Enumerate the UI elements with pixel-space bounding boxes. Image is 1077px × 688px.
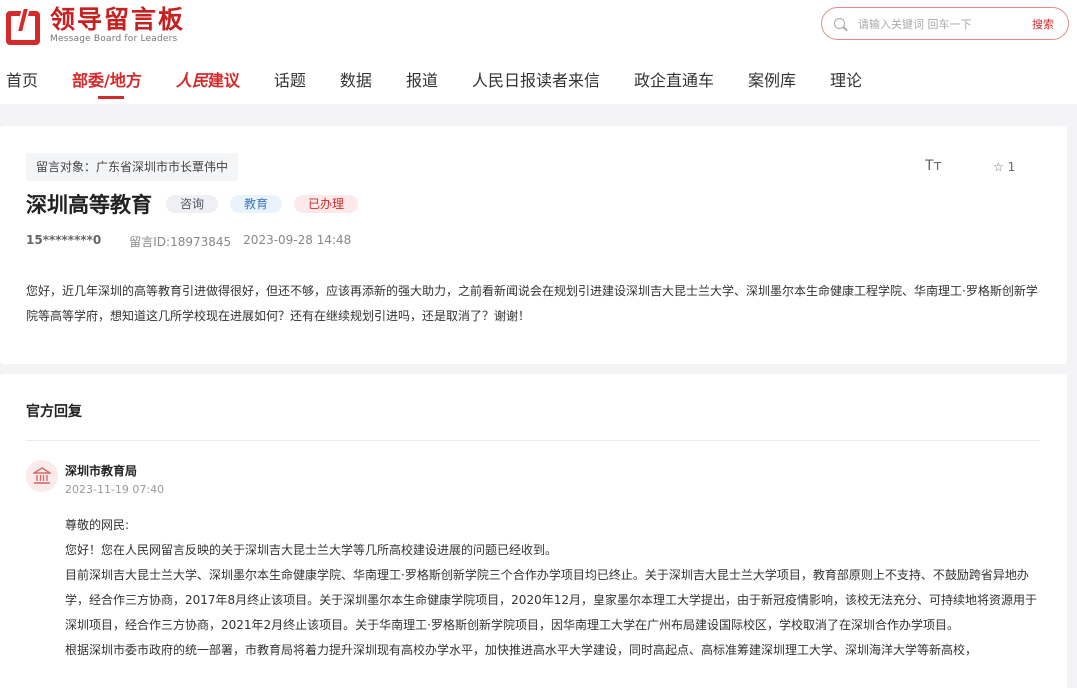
divider <box>26 440 1040 441</box>
message-id: 留言ID:18973845 <box>129 235 232 249</box>
reply-paragraph: 目前深圳吉大昆士兰大学、深圳墨尔本生命健康学院、华南理工·罗格斯创新学院三个合作… <box>65 568 1037 632</box>
site-logo[interactable]: 领导留言板 Message Board for Leaders <box>6 6 185 45</box>
reply-paragraph: 尊敬的网民: <box>65 518 130 532</box>
reply-section-title: 官方回复 <box>26 404 82 420</box>
message-target: 留言对象：广东省深圳市市长覃伟中 <box>26 153 239 181</box>
nav-case-library[interactable]: 案例库 <box>748 67 796 91</box>
search-box: 搜索 <box>821 7 1069 40</box>
nav-reports[interactable]: 报道 <box>406 67 438 91</box>
nav-enterprise-direct[interactable]: 政企直通车 <box>634 67 714 91</box>
nav-home[interactable]: 首页 <box>6 67 38 91</box>
message-datetime: 2023-09-28 14:48 <box>243 233 352 247</box>
message-card: 留言对象：广东省深圳市市长覃伟中 Tт ☆ 1 深圳高等教育 咨询 教育 已办理… <box>0 126 1067 364</box>
search-input[interactable] <box>858 14 1018 34</box>
tag-education: 教育 <box>230 195 283 213</box>
logo-subtitle: Message Board for Leaders <box>50 34 178 44</box>
reply-paragraph: 根据深圳市委市政府的统一部署，市教育局将着力提升深圳现有高校办学水平，加快推进高… <box>65 643 978 657</box>
favorite-count: 1 <box>1007 160 1016 174</box>
reply-card: 官方回复 深圳市教育局 2023-11-19 07:40 尊敬的网民: 您好！您… <box>0 374 1067 688</box>
reply-body: 尊敬的网民: 您好！您在人民网留言反映的关于深圳吉大昆士兰大学等几所高校建设进展… <box>65 513 1043 663</box>
search-button[interactable]: 搜索 <box>1032 16 1054 32</box>
font-size-icon[interactable]: Tт <box>925 158 942 174</box>
nav-renmin-jianyi-suffix: 建议 <box>207 71 240 90</box>
tag-consult: 咨询 <box>166 195 219 213</box>
reply-paragraph: 您好！您在人民网留言反映的关于深圳吉大昆士兰大学等几所高校建设进展的问题已经收到… <box>65 543 558 557</box>
nav-reader-letters[interactable]: 人民日报读者来信 <box>472 67 600 91</box>
nav-topics[interactable]: 话题 <box>274 67 306 91</box>
message-author: 15********0 <box>26 233 102 247</box>
nav-renmin-jianyi-prefix: 人民 <box>175 71 208 90</box>
logo-mark-icon <box>6 6 44 45</box>
nav-data[interactable]: 数据 <box>340 67 372 91</box>
top-header: 领导留言板 Message Board for Leaders 搜索 首页 部委… <box>0 0 1077 104</box>
message-title: 深圳高等教育 <box>26 193 152 217</box>
nav-renmin-jianyi[interactable]: 人民建议 <box>176 67 240 91</box>
avatar <box>26 460 58 492</box>
search-icon <box>834 18 845 29</box>
message-meta: 15********0 留言ID:18973845 2023-09-28 14:… <box>26 233 351 250</box>
reply-datetime: 2023-11-19 07:40 <box>65 483 165 496</box>
message-title-row: 深圳高等教育 咨询 教育 已办理 <box>26 189 370 219</box>
star-icon: ☆ <box>993 160 1004 174</box>
bank-icon <box>33 467 51 484</box>
nav-ministries-local[interactable]: 部委/地方 <box>72 67 142 99</box>
status-badge: 已办理 <box>294 195 359 213</box>
favorite-button[interactable]: ☆ 1 <box>993 160 1015 174</box>
reply-org-name: 深圳市教育局 <box>65 464 138 478</box>
nav-theory[interactable]: 理论 <box>830 67 862 91</box>
message-content: 您好，近几年深圳的高等教育引进做得很好，但还不够，应该再添新的强大助力，之前看新… <box>26 284 1038 323</box>
main-nav: 首页 部委/地方 人民建议 话题 数据 报道 人民日报读者来信 政企直通车 案例… <box>0 64 896 99</box>
logo-title: 领导留言板 <box>50 5 186 34</box>
